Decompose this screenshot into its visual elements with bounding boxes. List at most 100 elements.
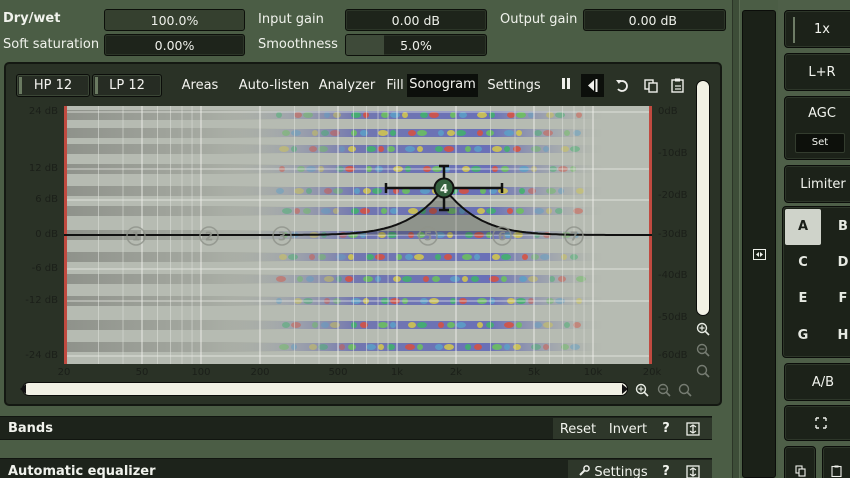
zoom-out-vertical-icon[interactable] (696, 343, 710, 357)
sonogram-dot (279, 254, 287, 260)
ab-compare-label: A/B (811, 375, 835, 390)
bands-help-button[interactable]: ? (656, 421, 676, 436)
sonogram-dot (558, 188, 564, 194)
agc-set-label: Set (811, 137, 829, 148)
scroll-right-arrow-icon[interactable] (620, 382, 630, 396)
copy-icon[interactable] (642, 77, 660, 95)
sonogram-dot (516, 130, 522, 136)
sonogram-dot (372, 188, 382, 194)
bands-expand-icon[interactable] (686, 422, 700, 436)
smoothness-value: 5.0% (400, 38, 432, 53)
input-gain-field[interactable]: 0.00 dB (345, 9, 487, 31)
fill-button[interactable]: Fill (384, 76, 406, 98)
sonogram-dot (336, 276, 342, 282)
paste-preset-button[interactable] (822, 446, 850, 478)
sonogram-dot (333, 112, 341, 118)
sonogram-dot (459, 112, 467, 118)
soft-saturation-field[interactable]: 0.00% (104, 34, 245, 56)
lp-filter-button[interactable]: LP 12 (92, 74, 162, 97)
band-marker-label: 1 (132, 230, 140, 244)
sonogram-dot (474, 254, 480, 260)
smoothness-field[interactable]: 5.0% (345, 34, 487, 56)
slot-h-button[interactable]: H (825, 328, 850, 343)
left-axis-label: -12 dB (25, 295, 58, 306)
sonogram-dot (423, 276, 429, 282)
reset-button[interactable]: Reset (556, 422, 600, 437)
slot-a-button[interactable]: A (785, 209, 821, 245)
agc-button[interactable]: AGC (797, 106, 847, 121)
sonogram-dot (351, 322, 357, 328)
slot-g-button[interactable]: G (785, 328, 821, 343)
sonogram-dot (519, 276, 527, 282)
sonogram-dot (474, 344, 482, 350)
sonogram-dot (390, 130, 396, 136)
horizontal-scrollbar[interactable] (22, 382, 628, 396)
auto-eq-expand-icon[interactable] (686, 465, 700, 478)
frequency-label: 200 (250, 367, 270, 378)
paste-icon[interactable] (669, 77, 687, 95)
undo-icon[interactable] (614, 77, 632, 95)
sonogram-dot (291, 130, 301, 136)
sonogram-dot (444, 254, 452, 260)
slot-b-button[interactable]: B (825, 219, 850, 234)
zoom-reset-vertical-icon[interactable] (696, 364, 710, 378)
sonogram-dot (447, 322, 455, 328)
left-axis-label: -24 dB (25, 350, 58, 361)
eq-plot-svg[interactable]: 1 2 3 5 6 7 4 (64, 106, 652, 364)
slot-e-button[interactable]: E (785, 291, 821, 306)
sonogram-dot (351, 130, 357, 136)
auto-eq-help-button[interactable]: ? (656, 464, 676, 478)
pause-icon[interactable] (557, 75, 575, 97)
invert-button[interactable]: Invert (604, 422, 652, 437)
sonogram-dot (531, 254, 539, 260)
side-panel-toggle[interactable] (742, 10, 776, 478)
slot-f-button[interactable]: F (825, 291, 850, 306)
auto-eq-settings-button[interactable]: Settings (592, 465, 650, 478)
sonogram-dot (513, 146, 521, 152)
frequency-label: 1k (390, 367, 404, 378)
zoom-reset-horizontal-icon[interactable] (678, 383, 692, 397)
auto-listen-button[interactable]: Auto-listen (238, 76, 310, 98)
sonogram-dot (366, 146, 376, 152)
sonogram-dot (282, 322, 290, 328)
sonogram-dot (465, 344, 471, 350)
ab-compare-button[interactable]: A/B (784, 363, 850, 401)
sonogram-dot (378, 344, 384, 350)
hp-filter-button[interactable]: HP 12 (16, 74, 90, 97)
sonogram-dot (492, 254, 500, 260)
smoothness-label: Smoothness (258, 37, 338, 52)
channel-mode-button[interactable]: L+R (784, 53, 850, 91)
slot-c-button[interactable]: C (785, 255, 821, 270)
sonogram-dot (360, 208, 370, 214)
sonogram-dot (477, 112, 487, 118)
sonogram-dot (504, 130, 514, 136)
zoom-in-vertical-icon[interactable] (696, 322, 710, 336)
sonogram-dot (318, 146, 328, 152)
output-gain-field[interactable]: 0.00 dB (583, 9, 726, 31)
sonogram-dot (492, 146, 502, 152)
expand-view-button[interactable] (784, 405, 850, 441)
oversampling-button[interactable]: 1x (784, 10, 850, 48)
sonogram-dot (363, 112, 369, 118)
limiter-button[interactable]: Limiter (784, 165, 850, 203)
areas-button[interactable]: Areas (176, 76, 224, 98)
settings-button[interactable]: Settings (486, 76, 542, 98)
sonogram-dot (528, 112, 534, 118)
left-axis-label: 24 dB (28, 106, 58, 117)
sonogram-button[interactable]: Sonogram (407, 74, 478, 97)
vertical-scrollbar[interactable] (696, 80, 710, 316)
agc-set-button[interactable]: Set (795, 133, 845, 153)
zoom-out-horizontal-icon[interactable] (657, 383, 671, 397)
scroll-left-arrow-icon[interactable] (18, 382, 28, 396)
zoom-in-horizontal-icon[interactable] (635, 383, 649, 397)
slot-d-button[interactable]: D (825, 255, 850, 270)
analyzer-button[interactable]: Analyzer (318, 76, 376, 98)
expand-sidebar-icon[interactable] (753, 249, 766, 260)
collapse-left-icon[interactable] (581, 74, 604, 97)
expand-arrows-icon (815, 417, 827, 429)
dry-wet-field[interactable]: 100.0% (104, 9, 245, 31)
sonogram-dot (486, 208, 496, 214)
copy-preset-button[interactable] (784, 446, 816, 478)
eq-plot-area[interactable]: 1 2 3 5 6 7 4 (64, 106, 652, 364)
sonogram-dot (474, 146, 482, 152)
